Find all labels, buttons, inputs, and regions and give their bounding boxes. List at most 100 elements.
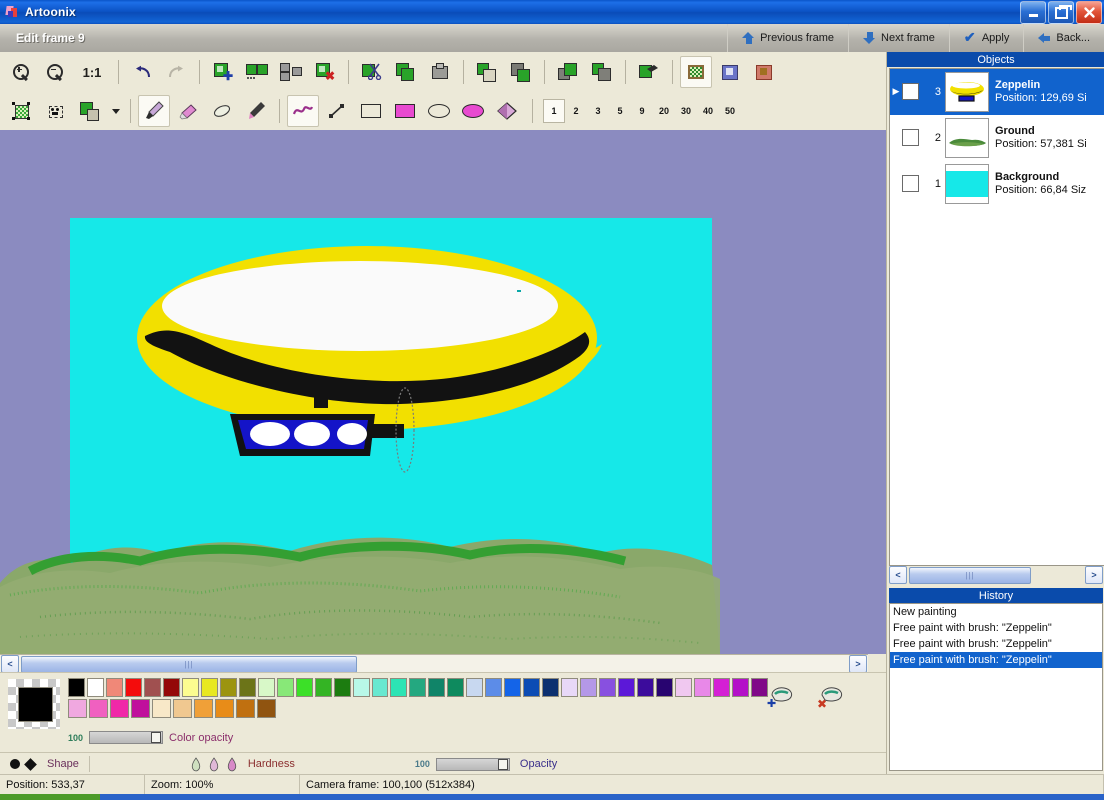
undo-button[interactable] [126,56,158,88]
paste-button[interactable] [424,56,456,88]
save-object-button[interactable] [505,56,537,88]
shape-option[interactable]: Shape [0,753,89,775]
close-button[interactable] [1076,1,1102,24]
object-visibility-checkbox[interactable] [902,175,919,192]
polygon-tool-button[interactable] [491,95,523,127]
palette-swatch-1-31[interactable] [656,678,673,697]
history-item[interactable]: New painting [890,604,1102,620]
brush-size-3[interactable]: 3 [587,99,609,123]
palette-swatch-1-27[interactable] [580,678,598,697]
zoom-actual-button[interactable]: 1:1 [73,56,111,88]
palette-swatch-1-29[interactable] [618,678,636,697]
previous-frame-button[interactable]: Previous frame [727,24,848,52]
opacity-slider[interactable] [435,757,510,771]
palette-swatch-1-8[interactable] [219,678,237,697]
horizontal-scroll-thumb[interactable]: ||| [21,655,357,673]
minimize-button[interactable] [1020,1,1046,24]
ellipse-filled-button[interactable] [457,95,489,127]
palette-swatch-1-19[interactable] [428,678,446,697]
bring-forward-button[interactable] [552,56,584,88]
palette-swatch-1-28[interactable] [599,678,617,697]
duplicate-object-button[interactable] [241,56,273,88]
palette-swatch-2-1[interactable] [89,699,108,718]
palette-swatch-1-7[interactable] [200,678,218,697]
eraser-tool-button[interactable] [206,95,238,127]
hardness-hard-icon[interactable] [226,757,238,772]
history-item[interactable]: Free paint with brush: "Zeppelin" [890,636,1102,652]
history-list[interactable]: New painting Free paint with brush: "Zep… [889,603,1103,771]
palette-swatch-1-24[interactable] [523,678,541,697]
hardness-soft-icon[interactable] [190,757,202,772]
palette-swatch-1-10[interactable] [257,678,275,697]
brush-size-9[interactable]: 9 [631,99,653,123]
palette-swatch-1-11[interactable] [276,678,294,697]
palette-swatch-1-12[interactable] [295,678,313,697]
object-row-background[interactable]: 1 Background Position: 66,84 Siz [890,161,1104,207]
brush-size-1[interactable]: 1 [543,99,565,123]
palette-swatch-2-3[interactable] [131,699,150,718]
transparency-tool-button[interactable] [680,56,712,88]
palette-swatch-1-30[interactable] [637,678,655,697]
hardness-medium-icon[interactable] [208,757,220,772]
palette-swatch-1-13[interactable] [314,678,332,697]
scroll-left-button[interactable]: < [1,655,19,673]
palette-swatch-1-2[interactable] [105,678,123,697]
palette-swatch-1-5[interactable] [162,678,180,697]
back-button[interactable]: Back... [1023,24,1104,52]
object-visibility-checkbox[interactable] [902,83,919,100]
palette-swatch-1-21[interactable] [466,678,484,697]
add-palette-button[interactable]: ✚ [766,683,796,710]
next-frame-button[interactable]: Next frame [848,24,949,52]
palette-swatch-2-2[interactable] [110,699,129,718]
delete-object-button[interactable]: ✖ [309,56,341,88]
red-layer-tool-button[interactable] [748,56,780,88]
copy-button[interactable] [390,56,422,88]
palette-swatch-1-15[interactable] [352,678,370,697]
select-nodes-button[interactable] [5,95,37,127]
blue-layer-tool-button[interactable] [714,56,746,88]
palette-swatch-1-1[interactable] [86,678,104,697]
palette-swatch-1-35[interactable] [731,678,749,697]
color-opacity-slider[interactable] [89,731,164,744]
palette-swatch-2-9[interactable] [257,699,276,718]
remove-palette-button[interactable]: ✖ [816,683,846,711]
objects-list[interactable]: ▶ 3 Zeppelin Position: 129,69 Si 2 Groun… [889,68,1104,566]
add-object-button[interactable]: ✚ [207,56,239,88]
brush-size-50[interactable]: 50 [719,99,741,123]
brush-size-30[interactable]: 30 [675,99,697,123]
opacity-knob[interactable] [497,758,508,770]
palette-swatch-1-33[interactable] [693,678,711,697]
round-shape-icon[interactable] [10,759,20,769]
scroll-right-button[interactable]: > [849,655,867,673]
palette-swatch-1-16[interactable] [371,678,389,697]
send-backward-button[interactable] [586,56,618,88]
palette-swatch-1-6[interactable] [181,678,199,697]
palette-swatch-1-14[interactable] [333,678,351,697]
brush-size-40[interactable]: 40 [697,99,719,123]
fill-tool-button[interactable] [633,56,665,88]
canvas-horizontal-scrollbar[interactable]: < ||| > [0,654,868,673]
object-row-zeppelin[interactable]: ▶ 3 Zeppelin Position: 129,69 Si [890,69,1104,115]
opacity-option[interactable]: 100 Opacity [405,753,567,775]
palette-swatch-1-17[interactable] [390,678,408,697]
objects-scroll-left-button[interactable]: < [889,566,907,584]
palette-swatch-1-18[interactable] [409,678,427,697]
brush-size-20[interactable]: 20 [653,99,675,123]
current-color-swatch[interactable] [8,679,60,729]
diamond-shape-icon[interactable] [24,757,37,771]
palette-swatch-1-20[interactable] [447,678,465,697]
restore-button[interactable] [1048,1,1074,24]
pen-tool-button[interactable] [240,95,272,127]
palette-swatch-1-9[interactable] [238,678,256,697]
history-item[interactable]: Free paint with brush: "Zeppelin" [890,620,1102,636]
palette-swatch-1-4[interactable] [143,678,161,697]
objects-scroll-right-button[interactable]: > [1085,566,1103,584]
apply-button[interactable]: ✔ Apply [948,24,1024,52]
palette-swatch-2-8[interactable] [236,699,255,718]
palette-swatch-1-22[interactable] [485,678,503,697]
palette-swatch-1-0[interactable] [68,678,85,697]
canvas-area[interactable] [0,130,886,654]
select-object-button[interactable] [39,95,71,127]
cut-button[interactable] [356,56,388,88]
objects-scroll-thumb[interactable]: ||| [909,566,1031,584]
